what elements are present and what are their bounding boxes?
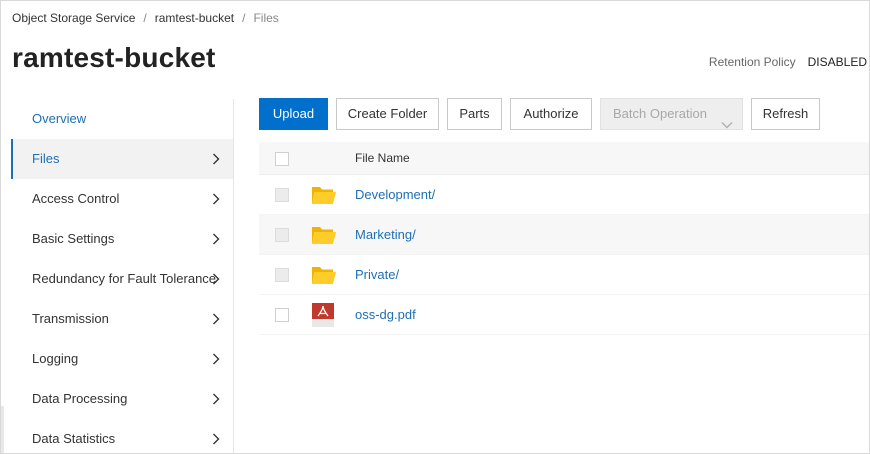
refresh-button[interactable]: Refresh (751, 98, 820, 130)
sidebar-item-label: Logging (32, 351, 79, 366)
breadcrumb: Object Storage Service / ramtest-bucket / Fi… (12, 11, 279, 25)
chevron-right-icon (212, 313, 220, 325)
select-all-checkbox[interactable] (275, 152, 289, 166)
breadcrumb-separator: / (242, 11, 246, 25)
table-row: Development/ (259, 175, 869, 215)
chevron-right-icon (212, 273, 220, 285)
file-name-link[interactable]: Development/ (355, 187, 435, 202)
sidebar-item-label: Basic Settings (32, 231, 115, 246)
file-name-link[interactable]: Private/ (355, 267, 399, 282)
sidebar-item-files[interactable]: Files (11, 139, 233, 179)
breadcrumb-oss[interactable]: Object Storage Service (12, 11, 135, 25)
sidebar-item-access-control[interactable]: Access Control (11, 179, 233, 219)
table-header: File Name (259, 142, 869, 175)
batch-operation-label: Batch Operation (613, 106, 707, 121)
sidebar-item-data-processing[interactable]: Data Processing (11, 379, 233, 419)
sidebar-item-label: Files (32, 151, 60, 166)
sidebar-item-data-statistics[interactable]: Data Statistics (11, 419, 233, 453)
chevron-right-icon (212, 153, 220, 165)
page-title: ramtest-bucket (12, 42, 216, 73)
breadcrumb-separator: / (143, 11, 147, 25)
chevron-right-icon (212, 393, 220, 405)
sidebar-item-label: Redundancy for Fault Tolerance (32, 271, 217, 286)
sidebar-item-transmission[interactable]: Transmission (11, 299, 233, 339)
toolbar: Upload Create Folder Parts Authorize Bat… (259, 98, 820, 130)
sidebar-item-label: Data Statistics (32, 431, 116, 446)
parts-button[interactable]: Parts (447, 98, 502, 130)
upload-button[interactable]: Upload (259, 98, 328, 130)
row-checkbox[interactable] (275, 228, 289, 242)
row-checkbox[interactable] (275, 188, 289, 202)
breadcrumb-current: Files (253, 11, 279, 25)
app-frame: Object Storage Service / ramtest-bucket / Fi… (0, 0, 870, 454)
retention-policy-label: Retention Policy (708, 55, 796, 69)
authorize-button[interactable]: Authorize (510, 98, 592, 130)
sidebar-item-basic-settings[interactable]: Basic Settings (11, 219, 233, 259)
retention-policy: Retention Policy DISABLED (709, 55, 867, 69)
sidebar-item-label: Transmission (32, 311, 109, 326)
table-row: oss-dg.pdf (259, 295, 869, 335)
sidebar-item-overview[interactable]: Overview (11, 99, 233, 139)
sidebar-item-label: Overview (32, 111, 87, 126)
folder-icon (311, 183, 337, 207)
chevron-right-icon (212, 353, 220, 365)
chevron-right-icon (212, 433, 220, 445)
chevron-right-icon (212, 193, 220, 205)
scroll-edge (1, 406, 4, 453)
sidebar-item-logging[interactable]: Logging (11, 339, 233, 379)
row-checkbox[interactable] (275, 268, 289, 282)
create-folder-button[interactable]: Create Folder (336, 98, 439, 130)
pdf-file-icon (311, 303, 337, 327)
folder-icon (311, 263, 337, 287)
column-header-file-name: File Name (355, 151, 410, 165)
file-name-link[interactable]: oss-dg.pdf (355, 307, 416, 322)
batch-operation-dropdown[interactable]: Batch Operation (600, 98, 743, 130)
sidebar-item-label: Access Control (32, 191, 120, 206)
sidebar-item-redundancy[interactable]: Redundancy for Fault Tolerance (11, 259, 233, 299)
breadcrumb-bucket[interactable]: ramtest-bucket (155, 11, 234, 25)
chevron-down-icon (721, 110, 733, 129)
table-row: Marketing/ (259, 215, 869, 255)
folder-icon (311, 223, 337, 247)
file-name-link[interactable]: Marketing/ (355, 227, 416, 242)
sidebar-item-label: Data Processing (32, 391, 128, 406)
table-row: Private/ (259, 255, 869, 295)
row-checkbox[interactable] (275, 308, 289, 322)
chevron-right-icon (212, 233, 220, 245)
retention-policy-status: DISABLED (807, 55, 867, 69)
sidebar: Overview Files Access Control Basic Sett… (11, 99, 234, 453)
file-table: File Name Development/ Marketing/ Privat… (259, 142, 869, 335)
